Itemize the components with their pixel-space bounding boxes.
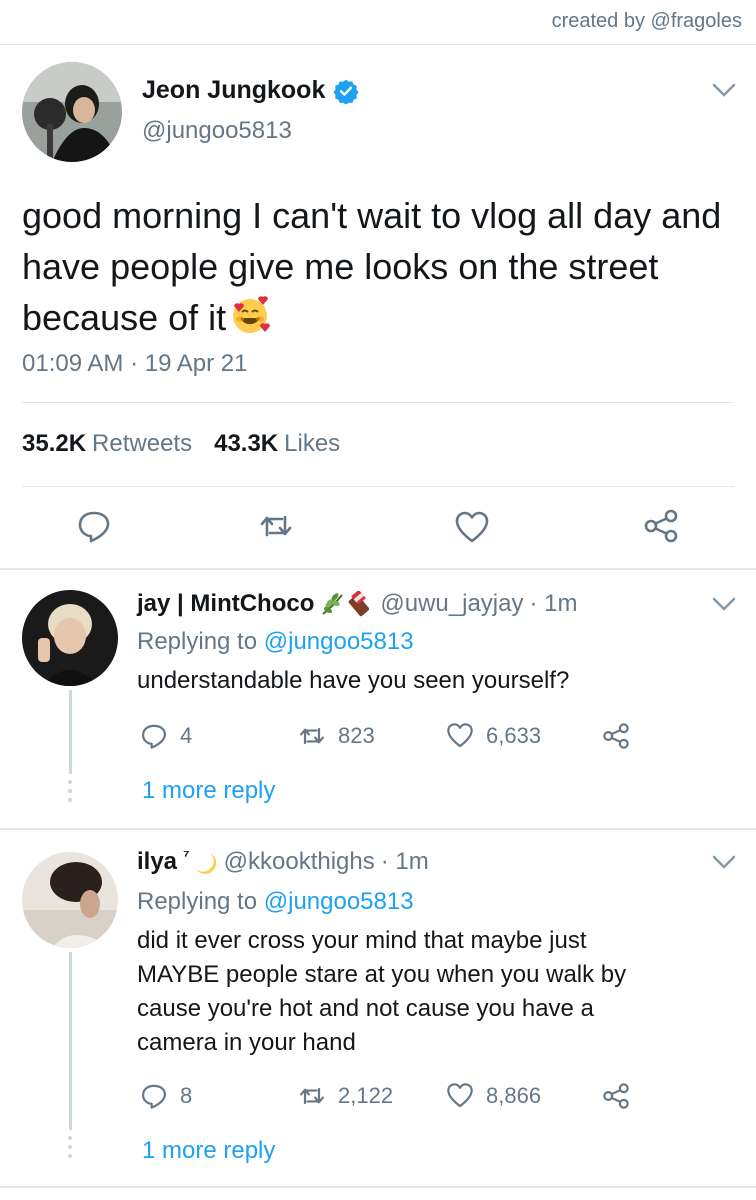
like-button[interactable]: 6,633 <box>446 722 541 750</box>
author-row: Jeon Jungkook <box>142 76 359 105</box>
likes-stat[interactable]: 43.3K Likes <box>214 430 340 458</box>
share-icon[interactable] <box>643 508 679 544</box>
reply-text: did it ever cross your mind that maybe j… <box>137 924 717 1060</box>
thread-line <box>69 690 72 774</box>
reply-author-handle[interactable]: @kkookthighs <box>224 848 375 876</box>
reply-author-name[interactable]: jay | MintChoco <box>137 590 314 618</box>
reply-author-suffix: ⁷ <box>183 848 190 865</box>
tweet-body: good morning I can't wait to vlog all da… <box>22 195 722 338</box>
reply-icon <box>142 724 166 749</box>
reply-author-name[interactable]: ilya <box>137 848 177 876</box>
reply-text-line: MAYBE people stare at you when you walk … <box>137 961 627 988</box>
thread-dots <box>67 780 74 807</box>
reply-icon <box>142 1084 166 1109</box>
reply-header: jay | MintChoco @uwu_jayjay · 1m <box>137 590 578 618</box>
like-count: 6,633 <box>486 723 542 748</box>
retweet-icon[interactable] <box>258 508 294 544</box>
reply-time: · 1m <box>380 848 429 875</box>
like-icon[interactable] <box>454 510 490 546</box>
more-replies-link[interactable]: 1 more reply <box>142 1137 275 1165</box>
reply-author-handle[interactable]: @uwu_jayjay <box>380 590 523 618</box>
divider <box>22 402 734 403</box>
verified-badge-icon <box>333 79 359 104</box>
crescent-moon-icon <box>195 853 216 874</box>
reply-button[interactable]: 8 <box>140 1082 192 1110</box>
retweet-count: 823 <box>338 723 375 748</box>
like-icon <box>447 1083 473 1108</box>
chevron-down-icon[interactable] <box>711 596 737 612</box>
reply-text: understandable have you seen yourself? <box>137 667 570 694</box>
reply-header: ilya ⁷ @kkookthighs · 1m <box>137 848 429 876</box>
thread-line <box>69 952 72 1130</box>
author-handle[interactable]: @jungoo5813 <box>142 117 292 145</box>
like-icon <box>447 723 473 748</box>
retweets-count: 35.2K <box>22 430 87 457</box>
like-count: 8,866 <box>486 1083 542 1108</box>
replying-prefix: Replying to <box>137 628 258 655</box>
retweet-button[interactable]: 2,122 <box>298 1082 393 1110</box>
divider <box>0 1186 756 1188</box>
reply-text-line: cause you're hot and not cause you have … <box>137 995 594 1022</box>
retweets-label: Retweets <box>92 430 193 457</box>
likes-count: 43.3K <box>214 430 279 457</box>
reply-icon[interactable] <box>76 508 112 544</box>
divider <box>0 44 756 45</box>
tweet-timestamp[interactable]: 01:09 AM · 19 Apr 21 <box>22 350 247 378</box>
divider <box>0 828 756 830</box>
more-replies-link[interactable]: 1 more reply <box>142 777 275 805</box>
chevron-down-icon[interactable] <box>711 82 737 98</box>
replying-to: Replying to @jungoo5813 <box>137 888 414 916</box>
thread-dots <box>67 1136 74 1163</box>
smiling-face-with-hearts-icon <box>233 296 271 333</box>
replying-prefix: Replying to <box>137 888 258 915</box>
replying-to: Replying to @jungoo5813 <box>137 628 414 656</box>
chocolate-bar-icon <box>349 591 370 617</box>
herb-icon <box>322 593 344 615</box>
reply-count: 8 <box>180 1083 193 1108</box>
credit-text: created by @fragoles <box>551 10 742 32</box>
likes-label: Likes <box>284 430 341 457</box>
divider <box>0 568 756 570</box>
avatar[interactable] <box>22 62 122 162</box>
replying-to-link[interactable]: @jungoo5813 <box>264 628 414 655</box>
author-name[interactable]: Jeon Jungkook <box>142 76 325 105</box>
tweet-stats: 35.2K Retweets 43.3K Likes <box>22 430 340 458</box>
retweet-icon <box>300 727 324 745</box>
chevron-down-icon[interactable] <box>711 854 737 870</box>
divider <box>22 486 734 487</box>
reply-time: · 1m <box>529 590 578 617</box>
tweet-text: good morning I can't wait to vlog all da… <box>22 190 722 343</box>
retweets-stat[interactable]: 35.2K Retweets <box>22 430 192 458</box>
like-button[interactable]: 8,866 <box>446 1082 541 1110</box>
reply-button[interactable]: 4 <box>140 722 192 750</box>
avatar[interactable] <box>22 852 118 948</box>
share-button[interactable] <box>602 1082 630 1110</box>
reply-count: 4 <box>180 723 193 748</box>
reply-text-line: did it ever cross your mind that maybe j… <box>137 927 587 954</box>
reply-text-line: camera in your hand <box>137 1029 356 1056</box>
retweet-count: 2,122 <box>338 1083 394 1108</box>
avatar[interactable] <box>22 590 118 686</box>
share-icon <box>603 723 629 749</box>
share-icon <box>603 1083 629 1109</box>
replying-to-link[interactable]: @jungoo5813 <box>264 888 414 915</box>
share-button[interactable] <box>602 722 630 750</box>
retweet-button[interactable]: 823 <box>298 722 375 750</box>
retweet-icon <box>300 1087 324 1105</box>
